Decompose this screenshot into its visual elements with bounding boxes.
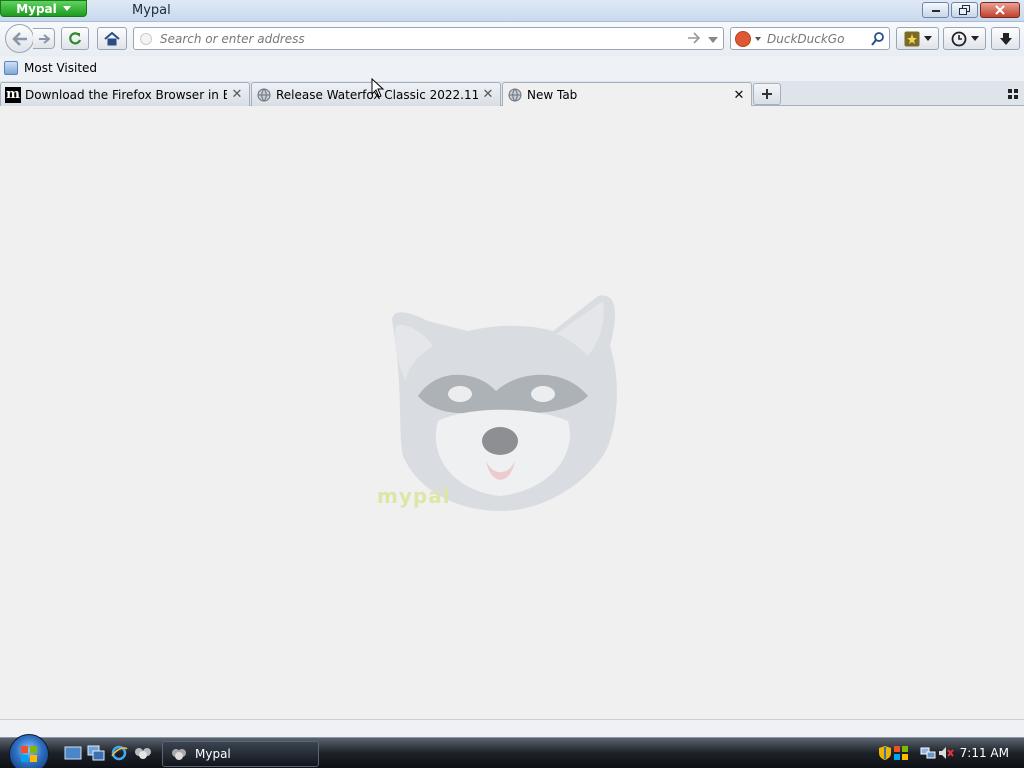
restore-icon (958, 5, 970, 15)
duckduckgo-icon[interactable] (735, 31, 751, 47)
tab-groups-icon[interactable] (1008, 89, 1018, 99)
new-tab-button[interactable] (753, 83, 781, 105)
url-history-dropdown-icon[interactable] (708, 37, 718, 43)
bookmarks-toolbar: Most Visited (0, 57, 1024, 81)
chevron-down-icon (62, 6, 71, 11)
switch-windows-icon[interactable] (87, 745, 105, 761)
mozilla-m-icon: m (5, 86, 21, 103)
globe-icon (256, 87, 272, 103)
reload-button[interactable] (61, 27, 89, 50)
back-arrow-icon (11, 31, 27, 46)
address-bar[interactable] (133, 27, 724, 50)
app-menu-button[interactable]: Mypal (0, 0, 87, 17)
back-button[interactable] (5, 24, 34, 53)
search-bar[interactable] (730, 27, 890, 50)
home-icon (104, 31, 120, 45)
minimize-button[interactable] (922, 2, 949, 18)
chevron-down-icon (923, 36, 932, 41)
app-menu-label: Mypal (16, 1, 57, 16)
minimize-icon (931, 10, 940, 12)
identity-icon (140, 33, 152, 45)
logo-wordmark: mypal (377, 484, 451, 508)
bookmark-most-visited[interactable]: Most Visited (4, 61, 97, 75)
taskbar-item-label: Mypal (195, 747, 231, 761)
download-arrow-icon (999, 32, 1012, 45)
show-desktop-icon[interactable] (64, 745, 82, 761)
restore-button[interactable] (951, 2, 978, 18)
mypal-raccoon-logo (392, 295, 617, 511)
mouse-cursor-icon (371, 78, 385, 98)
search-input[interactable] (767, 30, 867, 47)
window-title: Mypal (132, 3, 171, 18)
chevron-down-icon (755, 37, 761, 41)
tab-strip: m Download the Firefox Browser in Engl..… (0, 81, 1024, 107)
history-button[interactable] (943, 27, 986, 50)
bookmarks-menu-button[interactable] (896, 27, 939, 50)
url-input[interactable] (160, 30, 680, 47)
forward-arrow-icon (38, 33, 50, 44)
security-shield-icon[interactable] (877, 745, 893, 761)
tab-label: New Tab (527, 88, 578, 102)
forward-button[interactable] (33, 28, 55, 49)
system-clock[interactable]: 7:11 AM (960, 746, 1009, 760)
new-tab-page: mypal (0, 106, 1024, 719)
clock-icon (951, 31, 966, 46)
taskbar-mypal-window[interactable]: Mypal (162, 741, 319, 767)
start-button[interactable] (9, 734, 49, 768)
chevron-down-icon (970, 36, 979, 41)
close-tab-icon[interactable]: ✕ (482, 87, 494, 102)
plus-icon (762, 89, 772, 99)
mypal-quicklaunch-icon[interactable] (134, 745, 152, 761)
system-tray: 7:11 AM (868, 738, 1024, 768)
windows-flag-icon[interactable] (893, 745, 909, 761)
mypal-raccoon-icon (172, 749, 186, 760)
windows-taskbar: Mypal 7:11 AM (0, 734, 1024, 768)
navigation-toolbar (0, 22, 1024, 56)
internet-explorer-icon[interactable] (110, 745, 128, 761)
reload-icon (69, 31, 82, 44)
window-titlebar: Mypal Mypal (0, 0, 1024, 22)
go-arrow-icon[interactable] (687, 32, 701, 47)
downloads-button[interactable] (991, 27, 1020, 50)
close-tab-icon[interactable]: ✕ (231, 87, 243, 102)
bookmark-star-icon (904, 31, 919, 46)
globe-icon (507, 87, 523, 103)
tab-label: Download the Firefox Browser in Engl... (25, 87, 227, 102)
close-icon (995, 5, 1005, 15)
status-bar (0, 719, 1024, 737)
bookmark-folder-icon (4, 61, 18, 75)
windows-logo-icon (21, 746, 37, 762)
close-tab-icon[interactable]: ✕ (733, 88, 745, 103)
close-window-button[interactable] (980, 2, 1020, 18)
network-icon[interactable] (920, 745, 936, 761)
bookmark-label: Most Visited (24, 61, 98, 75)
tab-firefox-download[interactable]: m Download the Firefox Browser in Engl..… (0, 82, 250, 106)
search-icon[interactable] (871, 31, 885, 50)
volume-muted-icon[interactable] (938, 745, 954, 761)
window-controls (922, 2, 1020, 18)
tab-new-tab[interactable]: New Tab ✕ (502, 82, 752, 107)
home-button[interactable] (97, 27, 127, 50)
